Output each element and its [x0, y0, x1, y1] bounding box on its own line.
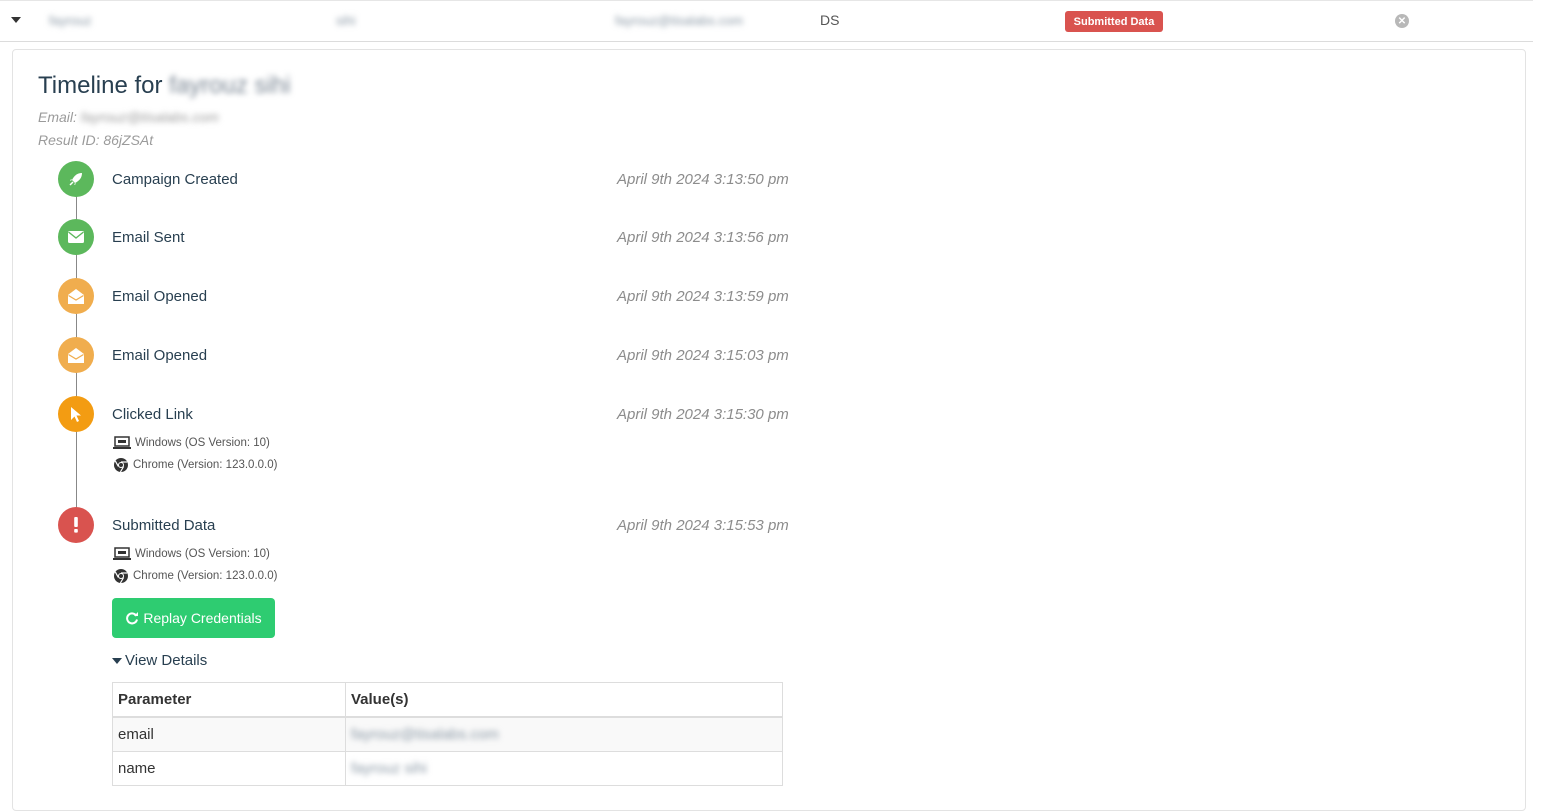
- value-cell: fayrouz@tisalabs.com: [345, 716, 783, 752]
- submitted-data-table: Parameter Value(s) email fayrouz@tisalab…: [112, 682, 783, 786]
- event-time: April 9th 2024 3:15:30 pm: [617, 406, 789, 423]
- result-id-meta: Result ID: 86jZSAt: [38, 132, 153, 148]
- value-text: fayrouz@tisalabs.com: [351, 726, 499, 743]
- status-badge: Submitted Data: [1065, 11, 1163, 32]
- os-info: Windows (OS Version: 10): [113, 436, 270, 450]
- value-text: fayrouz sihi: [351, 760, 427, 777]
- event-time: April 9th 2024 3:13:50 pm: [617, 171, 789, 188]
- exclamation-icon: [58, 507, 94, 543]
- os-text: Windows (OS Version: 10): [135, 548, 270, 560]
- first-name-cell: fayrouz: [49, 13, 92, 28]
- result-row[interactable]: fayrouz sihi fayrouz@tisalabs.com DS Sub…: [0, 0, 1533, 42]
- timeline-panel: Timeline for fayrouz sihi Email: fayrouz…: [12, 49, 1526, 811]
- email-label: Email:: [38, 109, 77, 125]
- laptop-icon: [113, 436, 131, 449]
- event-time: April 9th 2024 3:15:03 pm: [617, 347, 789, 364]
- event-label: Email Sent: [112, 229, 185, 246]
- browser-info: Chrome (Version: 123.0.0.0): [113, 457, 277, 473]
- envelope-open-icon: [58, 337, 94, 373]
- caret-down-icon: [112, 657, 122, 664]
- event-time: April 9th 2024 3:13:59 pm: [617, 288, 789, 305]
- caret-down-icon[interactable]: [11, 17, 21, 23]
- browser-text: Chrome (Version: 123.0.0.0): [133, 459, 278, 471]
- browser-text: Chrome (Version: 123.0.0.0): [133, 570, 278, 582]
- mouse-pointer-icon: [58, 396, 94, 432]
- os-info: Windows (OS Version: 10): [113, 547, 270, 561]
- chrome-icon: [114, 458, 128, 473]
- column-header: Value(s): [345, 682, 783, 718]
- table-row: name fayrouz sihi: [112, 751, 783, 786]
- email-value: fayrouz@tisalabs.com: [80, 109, 219, 125]
- table-row: email fayrouz@tisalabs.com: [112, 716, 783, 752]
- title-prefix: Timeline for: [38, 72, 163, 99]
- rocket-icon: [58, 161, 94, 197]
- laptop-icon: [113, 547, 131, 560]
- result-id-value: 86jZSAt: [103, 132, 154, 148]
- event-label: Campaign Created: [112, 171, 238, 188]
- title-name: fayrouz sihi: [169, 72, 291, 99]
- event-label: Email Opened: [112, 288, 208, 305]
- event-label: Clicked Link: [112, 406, 193, 423]
- view-details-toggle[interactable]: View Details: [112, 652, 207, 669]
- close-icon[interactable]: ✕: [1395, 14, 1409, 28]
- email-cell: fayrouz@tisalabs.com: [615, 13, 744, 28]
- table-header-row: Parameter Value(s): [112, 682, 783, 718]
- replay-credentials-button[interactable]: Replay Credentials: [112, 598, 275, 638]
- param-cell: email: [112, 716, 346, 752]
- browser-info: Chrome (Version: 123.0.0.0): [113, 568, 277, 584]
- envelope-open-icon: [58, 278, 94, 314]
- chrome-icon: [114, 569, 128, 584]
- last-name-cell: sihi: [336, 13, 356, 28]
- column-header: Parameter: [112, 682, 346, 718]
- event-time: April 9th 2024 3:13:56 pm: [617, 229, 789, 246]
- replay-label: Replay Credentials: [143, 610, 262, 626]
- view-details-label: View Details: [125, 652, 208, 669]
- event-label: Submitted Data: [112, 517, 216, 534]
- result-id-label: Result ID:: [38, 132, 100, 148]
- value-cell: fayrouz sihi: [345, 751, 783, 786]
- position-cell: DS: [820, 12, 840, 28]
- param-cell: name: [112, 751, 346, 786]
- os-text: Windows (OS Version: 10): [135, 437, 270, 449]
- event-label: Email Opened: [112, 347, 208, 364]
- page-title: Timeline for fayrouz sihi: [38, 72, 291, 100]
- event-time: April 9th 2024 3:15:53 pm: [617, 517, 789, 534]
- email-meta: Email: fayrouz@tisalabs.com: [38, 109, 219, 125]
- refresh-icon: [126, 612, 139, 625]
- envelope-icon: [58, 219, 94, 255]
